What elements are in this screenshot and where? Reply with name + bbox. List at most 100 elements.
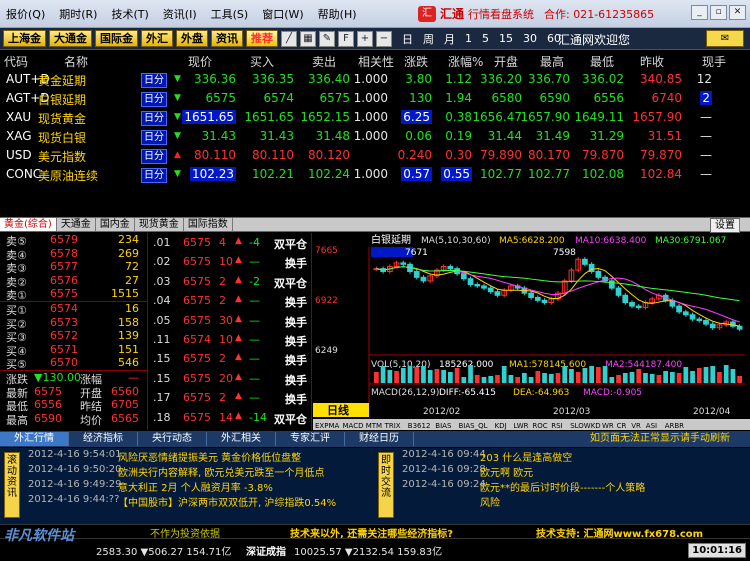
period-badge[interactable]: 日分 bbox=[141, 73, 167, 88]
news-headline[interactable]: 风险厌恶情绪提振美元 黄金价格低位盘整 bbox=[118, 449, 301, 464]
menu-item-6[interactable]: 帮助(H) bbox=[318, 6, 357, 22]
quote-header-7[interactable]: 涨幅% bbox=[448, 53, 483, 70]
subtab-4[interactable]: 国际指数 bbox=[184, 218, 233, 231]
news-item[interactable]: 2012-4-16 9:49:29 意大利正 2月 个人融资月率 -3.8% bbox=[22, 478, 378, 494]
subtab-0[interactable]: 黄金(综合) bbox=[0, 218, 57, 231]
period-badge[interactable]: 日分 bbox=[141, 111, 167, 126]
toolbar-button-5[interactable]: 资讯 bbox=[211, 30, 243, 47]
quote-header-4[interactable]: 卖出 bbox=[312, 53, 336, 70]
news-headline[interactable]: 【中国股市】沪深两市双双低开, 沪综指跌0.54% bbox=[118, 494, 336, 509]
tick-row[interactable]: .15 6575 20 ▲ — 换手 bbox=[149, 369, 311, 388]
period-4[interactable]: 5 bbox=[482, 32, 489, 45]
menu-item-3[interactable]: 资讯(I) bbox=[163, 6, 197, 22]
toolbar-button-2[interactable]: 国际金 bbox=[95, 30, 138, 47]
quote-row[interactable]: CONC 美原油连续 日分 ▼ 102.23 102.21 102.24 1.000 0.57 0… bbox=[0, 165, 750, 184]
news-item[interactable]: 2012-4-16 9:50:20 欧洲央行内容解释, 欧元兑美元跌至一个月低点 bbox=[22, 463, 378, 479]
period-0[interactable]: 日 bbox=[402, 31, 413, 47]
quote-row[interactable]: AUT+D 黄金延期 日分 ▼ 336.36 336.35 336.40 1.000 3.80 1… bbox=[0, 70, 750, 89]
period-3[interactable]: 1 bbox=[465, 32, 472, 45]
bottom-tab-1[interactable]: 经济指标 bbox=[69, 432, 138, 446]
news-item[interactable]: 2012-4-16 09:28 欧元啊 欧元 bbox=[396, 463, 746, 479]
quote-header-11[interactable]: 昨收 bbox=[640, 53, 664, 70]
menu-item-0[interactable]: 报价(Q) bbox=[6, 6, 45, 22]
order-line[interactable]: 买④ 6571 151 bbox=[0, 343, 147, 358]
line-chart-icon[interactable]: ╱ bbox=[281, 30, 297, 47]
order-line[interactable]: 卖③ 6577 72 bbox=[0, 260, 147, 275]
quote-row[interactable]: AGT+D 白银延期 日分 ▼ 6575 6574 6575 1.000 130 1.94 6580… bbox=[0, 89, 750, 108]
zoom-out-icon[interactable]: − bbox=[376, 30, 392, 47]
subtab-3[interactable]: 现货黄金 bbox=[135, 218, 184, 231]
period-1[interactable]: 周 bbox=[423, 31, 434, 47]
quote-header-1[interactable]: 名称 bbox=[64, 53, 88, 70]
tick-row[interactable]: .02 6575 10 ▲ — 换手 bbox=[149, 252, 311, 271]
quote-header-8[interactable]: 开盘 bbox=[494, 53, 518, 70]
period-badge[interactable]: 日分 bbox=[141, 168, 167, 183]
quote-header-3[interactable]: 买入 bbox=[250, 53, 274, 70]
menu-item-2[interactable]: 技术(T) bbox=[111, 6, 148, 22]
news-item[interactable]: 2012-4-16 09:24 欧元**的最后讨时价段-------个人策略 bbox=[396, 478, 746, 494]
quote-header-2[interactable]: 现价 bbox=[188, 53, 212, 70]
toolbar-button-0[interactable]: 上海金 bbox=[3, 30, 46, 47]
bottom-tab-4[interactable]: 专家汇评 bbox=[276, 432, 345, 446]
toolbar-button-1[interactable]: 大通金 bbox=[49, 30, 92, 47]
period-5[interactable]: 15 bbox=[499, 32, 513, 45]
period-2[interactable]: 月 bbox=[444, 31, 455, 47]
menu-item-4[interactable]: 工具(S) bbox=[211, 6, 249, 22]
f10-icon[interactable]: F bbox=[338, 30, 354, 47]
close-icon[interactable]: ✕ bbox=[729, 5, 746, 20]
quote-row[interactable]: USD 美元指数 日分 ▲ 80.110 80.110 80.120 0.240 0.30 79.… bbox=[0, 146, 750, 165]
tick-row[interactable]: .01 6575 4 ▲ -4 双平仓 bbox=[149, 233, 311, 252]
news-headline[interactable]: 风险 bbox=[480, 494, 500, 509]
refresh-notice[interactable]: 如页面无法正常显示请手动刷新 bbox=[576, 432, 744, 446]
toolbar-button-6[interactable]: 推荐 bbox=[246, 30, 278, 47]
order-line[interactable]: 买② 6573 158 bbox=[0, 316, 147, 331]
tick-row[interactable]: .11 6574 10 ▲ — 换手 bbox=[149, 330, 311, 349]
subtab-1[interactable]: 天通金 bbox=[57, 218, 96, 231]
restore-icon[interactable]: ▫ bbox=[710, 5, 727, 20]
order-line[interactable]: 卖④ 6578 269 bbox=[0, 247, 147, 262]
minimize-icon[interactable]: _ bbox=[691, 5, 708, 20]
pen-icon[interactable]: ✎ bbox=[319, 30, 335, 47]
tick-row[interactable]: .04 6575 2 ▲ — 换手 bbox=[149, 291, 311, 310]
news-right-tag[interactable]: 即时交流 bbox=[378, 452, 394, 518]
bar-chart-icon[interactable]: ▦ bbox=[300, 30, 316, 47]
news-item[interactable]: 2012-4-16 09:44 203 什么是逢高做空 bbox=[396, 448, 746, 464]
zoom-in-icon[interactable]: + bbox=[357, 30, 373, 47]
news-item[interactable]: 2012-4-16 9:44:?? 【中国股市】沪深两市双双低开, 沪综指跌0.5… bbox=[22, 493, 378, 509]
quote-header-10[interactable]: 最低 bbox=[590, 53, 614, 70]
menu-item-1[interactable]: 期时(R) bbox=[59, 6, 97, 22]
tick-row[interactable]: .18 6575 14 ▲ -14 双平仓 bbox=[149, 408, 311, 427]
tick-row[interactable]: .15 6575 2 ▲ — 换手 bbox=[149, 349, 311, 368]
settings-button[interactable]: 设置 bbox=[710, 218, 740, 233]
quote-header-5[interactable]: 相关性 bbox=[358, 53, 394, 70]
kline-chart[interactable]: 白银延期 MA(5,10,30,60) MA5:6628.200 MA10:6638.… bbox=[313, 233, 750, 430]
news-headline[interactable]: 欧洲央行内容解释, 欧元兑美元跌至一个月低点 bbox=[118, 464, 324, 479]
period-6[interactable]: 30 bbox=[523, 32, 537, 45]
bottom-tab-3[interactable]: 外汇相关 bbox=[207, 432, 276, 446]
bottom-tab-5[interactable]: 财经日历 bbox=[345, 432, 414, 446]
bottom-tab-2[interactable]: 央行动态 bbox=[138, 432, 207, 446]
order-line[interactable]: 买③ 6572 139 bbox=[0, 329, 147, 344]
order-line[interactable]: 买① 6574 16 bbox=[0, 302, 147, 317]
news-headline[interactable]: 203 什么是逢高做空 bbox=[480, 449, 572, 464]
tick-row[interactable]: .03 6575 2 ▲ -2 双平仓 bbox=[149, 272, 311, 291]
news-item[interactable]: 风险 bbox=[396, 493, 746, 509]
quote-header-0[interactable]: 代码 bbox=[4, 53, 28, 70]
order-line[interactable]: 卖⑤ 6579 234 bbox=[0, 233, 147, 248]
bottom-tab-0[interactable]: 外汇行情 bbox=[0, 432, 69, 446]
quote-header-9[interactable]: 最高 bbox=[540, 53, 564, 70]
order-line[interactable]: 卖② 6576 27 bbox=[0, 274, 147, 289]
toolbar-button-3[interactable]: 外汇 bbox=[141, 30, 173, 47]
order-line[interactable]: 卖① 6575 1515 bbox=[0, 287, 147, 302]
menu-item-5[interactable]: 窗口(W) bbox=[262, 6, 303, 22]
news-left-tag[interactable]: 滚动资讯 bbox=[4, 452, 20, 518]
toolbar-button-4[interactable]: 外盘 bbox=[176, 30, 208, 47]
period-badge[interactable]: 日分 bbox=[141, 149, 167, 164]
quote-header-12[interactable]: 现手 bbox=[702, 53, 726, 70]
quote-header-6[interactable]: 涨跌 bbox=[404, 53, 428, 70]
period-badge[interactable]: 日分 bbox=[141, 92, 167, 107]
tick-row[interactable]: .17 6575 2 ▲ — 换手 bbox=[149, 388, 311, 407]
mail-icon[interactable]: ✉ bbox=[706, 30, 744, 47]
news-headline[interactable]: 欧元啊 欧元 bbox=[480, 464, 533, 479]
subtab-2[interactable]: 国内金 bbox=[96, 218, 135, 231]
